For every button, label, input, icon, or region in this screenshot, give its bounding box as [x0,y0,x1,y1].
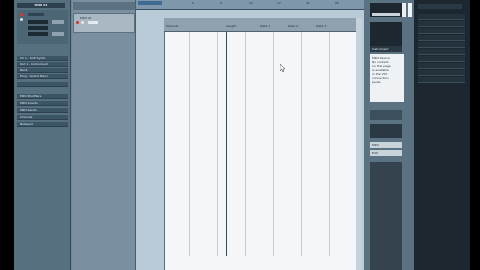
list-editor[interactable] [164,18,356,270]
mixer-slot[interactable] [418,42,465,48]
section-midi-modifiers[interactable]: MIDI Modifiers [17,94,68,99]
delay-value[interactable] [28,32,48,36]
list-editor-header: Channel Length Data 1 Data 2 Data 3 [164,18,356,32]
timeline-ruler[interactable]: 5 9 13 17 21 25 [136,0,376,10]
mixer-slot[interactable] [418,63,465,69]
section-channel[interactable]: Channel [17,115,68,120]
instrument-info-text: MIDI Device No content on this page is a… [370,54,404,102]
volume-value[interactable] [28,20,48,24]
section-notepad[interactable]: Notepad [17,122,68,127]
column-header[interactable]: Length [226,24,236,28]
column-header[interactable]: Data 1 [260,24,270,28]
section-midi-inserts[interactable]: MIDI Inserts [17,101,68,106]
output-row-4[interactable]: Prog - Grand Piano [17,74,68,79]
ruler-tick: 25 [335,1,339,5]
left-locator[interactable] [138,1,162,5]
instrument-power-button[interactable] [402,3,406,17]
mixer-slot-1[interactable] [418,4,462,9]
solo-button[interactable] [20,18,23,21]
ruler-tick: 9 [220,1,222,5]
output-row-1[interactable]: Ch 1 - Soft Synth [17,56,68,61]
track-controls [17,10,68,44]
eq-slot[interactable] [52,20,64,24]
output-row-5[interactable] [17,82,68,87]
track-part-label: MIDI [88,21,98,25]
mouse-cursor-icon [280,64,285,72]
mixer-slot[interactable] [418,21,465,27]
ruler-tick: 13 [249,1,253,5]
edit-slot[interactable] [52,32,64,36]
output-row-2[interactable]: Out 1 - Instrument [17,62,68,67]
inspector-panel: MIDI 01 Ch 1 - Soft Synth Out 1 - Instru… [14,0,71,270]
monitor-button[interactable] [81,21,84,24]
instrument-button-edit[interactable]: Edit [370,150,402,156]
record-enable-button[interactable] [76,21,79,24]
instrument-header-label: Instrument [370,46,402,52]
volume-field[interactable] [28,13,44,16]
cubase-window: MIDI 01 Ch 1 - Soft Synth Out 1 - Instru… [14,0,470,270]
ruler-tick: 17 [277,1,281,5]
mixer-slot[interactable] [418,77,465,83]
track-row[interactable]: MIDI 01 MIDI [73,13,135,33]
vst-instrument-panel: Instrument MIDI Device No content on thi… [364,0,470,270]
mute-button[interactable] [20,13,23,16]
editor-scrollbar[interactable] [356,18,362,270]
column-header[interactable]: Data 2 [288,24,298,28]
instrument-name-field[interactable] [372,13,400,16]
rack-divider-button[interactable] [408,3,412,17]
mixer-slot[interactable] [418,14,465,20]
ruler-tick: 5 [192,1,194,5]
track-list-toolbar [73,2,135,10]
mixer-slot[interactable] [418,49,465,55]
mixer-slot[interactable] [418,28,465,34]
pan-value[interactable] [28,26,48,30]
column-header[interactable]: Channel [166,24,178,28]
instrument-toolbar [370,110,402,120]
instrument-rack-empty [370,162,402,270]
info-line: panel. [372,80,382,84]
instrument-meters [370,124,402,138]
column-header[interactable]: Data 3 [316,24,326,28]
track-list: MIDI 01 MIDI [72,0,136,270]
mixer-slot[interactable] [418,35,465,41]
instrument-display [370,22,402,46]
mixer-slot[interactable] [418,70,465,76]
track-label: MIDI 01 [80,16,92,20]
output-row-3[interactable]: Bank [17,68,68,73]
mixer-slot[interactable] [418,56,465,62]
inspector-track-name[interactable]: MIDI 01 [17,3,65,8]
ruler-tick: 21 [306,1,310,5]
section-midi-sends[interactable]: MIDI Sends [17,108,68,113]
instrument-button-midi[interactable]: MIDI [370,142,402,148]
mixer-strip-area [414,0,470,270]
